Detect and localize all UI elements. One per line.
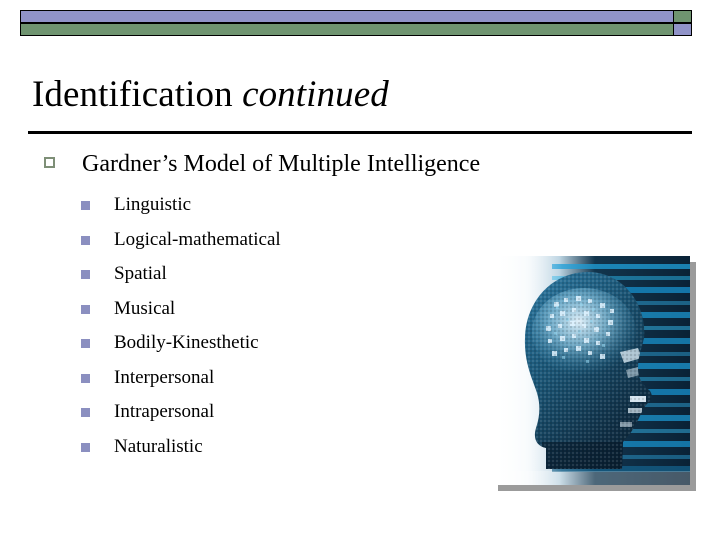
banner-bottom-cap-fill xyxy=(673,24,691,35)
banner-top-main-fill xyxy=(21,11,673,22)
list-item: Bodily-Kinesthetic xyxy=(0,326,500,361)
list-item: Interpersonal xyxy=(0,361,500,396)
list-item: Naturalistic xyxy=(0,430,500,465)
slide-title-main: Identification xyxy=(32,74,243,115)
list-item-label: Intrapersonal xyxy=(114,401,215,422)
slide-title-italic: continued xyxy=(242,74,389,115)
list-item-label: Interpersonal xyxy=(114,366,215,388)
digital-brain-head-figure xyxy=(492,256,696,491)
filled-square-bullet-icon xyxy=(81,408,90,417)
banner-row-bottom xyxy=(20,23,692,36)
list-item-label: Bodily-Kinesthetic xyxy=(114,332,259,353)
filled-square-bullet-icon xyxy=(81,201,90,210)
level1-item-label: Gardner’s Model of Multiple Intelligence xyxy=(82,151,481,177)
digital-brain-head-image xyxy=(492,256,690,485)
filled-square-bullet-icon xyxy=(81,442,90,452)
list-item: Spatial xyxy=(0,257,500,292)
slide-body: Gardner’s Model of Multiple Intelligence… xyxy=(0,148,500,464)
decorative-top-banner xyxy=(20,10,692,40)
list-item: Logical-mathematical xyxy=(0,223,500,258)
list-item: Musical xyxy=(0,292,500,327)
filled-square-bullet-icon xyxy=(81,304,90,314)
filled-square-bullet-icon xyxy=(81,235,90,245)
list-item-label: Linguistic xyxy=(114,194,192,215)
level2-list: Linguistic Logical-mathematical Spatial … xyxy=(0,188,500,464)
list-item-label: Spatial xyxy=(114,263,167,284)
banner-top-cap-fill xyxy=(673,11,691,22)
list-item-label: Logical-mathematical xyxy=(114,228,281,250)
hollow-square-bullet-icon xyxy=(44,157,55,168)
title-underline-rule xyxy=(28,131,692,134)
list-item-label: Musical xyxy=(114,297,176,319)
banner-row-top xyxy=(20,10,692,23)
level1-list-item: Gardner’s Model of Multiple Intelligence xyxy=(0,148,500,180)
filled-square-bullet-icon xyxy=(81,373,90,383)
list-item-label: Naturalistic xyxy=(114,435,203,457)
filled-square-bullet-icon xyxy=(81,270,90,279)
banner-bottom-main-fill xyxy=(21,24,673,35)
slide-title: Identification continued xyxy=(32,72,672,118)
list-item: Linguistic xyxy=(0,188,500,223)
list-item: Intrapersonal xyxy=(0,395,500,430)
filled-square-bullet-icon xyxy=(81,339,90,348)
